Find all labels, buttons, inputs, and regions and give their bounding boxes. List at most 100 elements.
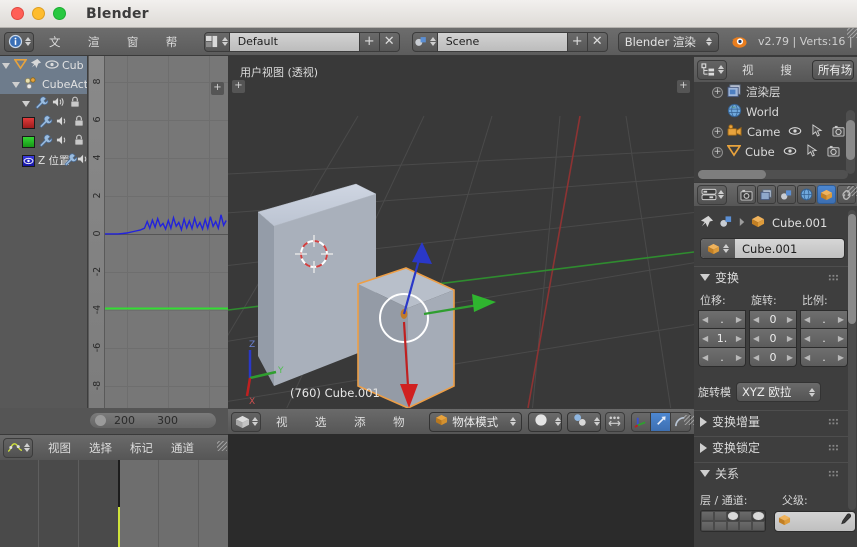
manipulator-toggle-button[interactable] xyxy=(631,412,651,432)
properties-vscroll-thumb[interactable] xyxy=(848,214,856,324)
section-transform[interactable]: 变换 xyxy=(694,266,849,288)
location-x-field[interactable]: ◀.▶ xyxy=(698,310,746,329)
menu-file[interactable]: 文件 xyxy=(40,31,79,53)
graph-horizontal-scrollbar[interactable]: 200 300 xyxy=(90,413,216,428)
scale-z-field[interactable]: ◀.▶ xyxy=(800,348,848,367)
close-window-button[interactable] xyxy=(11,7,24,20)
eye-icon[interactable] xyxy=(783,145,797,159)
menu-help[interactable]: 帮助 xyxy=(157,31,196,53)
dope-menu-select[interactable]: 选择 xyxy=(80,437,121,459)
lock-icon[interactable] xyxy=(69,96,81,111)
editor-type-selector[interactable] xyxy=(4,32,34,52)
channel-action-cubeaction[interactable]: CubeAct xyxy=(0,75,87,94)
expand-plus-icon[interactable]: + xyxy=(712,147,723,158)
delete-scene-button[interactable]: ✕ xyxy=(588,32,608,52)
speaker-icon[interactable] xyxy=(52,96,66,111)
viewport-shading-selector[interactable] xyxy=(528,412,562,432)
layers-grid[interactable] xyxy=(700,510,766,532)
camera-render-icon[interactable] xyxy=(827,145,840,160)
outliner-row-renderlayers[interactable]: + 渲染层 xyxy=(694,82,857,102)
snap-toggle-button[interactable] xyxy=(605,412,625,432)
outliner-vscroll-thumb[interactable] xyxy=(846,120,855,160)
screen-layout-icon[interactable] xyxy=(204,32,230,52)
outliner-tree[interactable]: + 渲染层 xyxy=(694,82,857,182)
speaker-icon[interactable] xyxy=(56,134,70,149)
menu-window[interactable]: 窗口 xyxy=(118,31,157,53)
outliner-menu-view[interactable]: 视图 xyxy=(733,59,771,81)
viewport-toolshelf-toggle[interactable]: + xyxy=(232,80,245,93)
outliner-row-cube[interactable]: + Cube xyxy=(694,142,857,162)
dope-menu-channel[interactable]: 通道 xyxy=(162,437,203,459)
properties-vertical-scrollbar[interactable] xyxy=(848,210,856,510)
pin-icon[interactable] xyxy=(700,215,714,232)
expand-triangle-icon[interactable] xyxy=(700,443,707,453)
parent-field[interactable] xyxy=(774,511,856,532)
viewport-editor-type-selector[interactable] xyxy=(231,412,261,432)
cursor-icon[interactable] xyxy=(812,124,823,140)
scene-name-field[interactable]: Scene xyxy=(438,32,568,52)
outliner-row-world[interactable]: World xyxy=(694,102,857,122)
channel-object-cube[interactable]: Cub xyxy=(0,56,87,75)
delete-screen-layout-button[interactable]: ✕ xyxy=(380,32,400,52)
maximize-window-button[interactable] xyxy=(53,7,66,20)
scale-y-field[interactable]: ◀.▶ xyxy=(800,329,848,348)
viewport-menu-object[interactable]: 物体 xyxy=(384,411,423,433)
expand-plus-icon[interactable]: + xyxy=(712,127,723,138)
viewport-menu-add[interactable]: 添加 xyxy=(345,411,384,433)
interaction-mode-selector[interactable]: 物体模式 xyxy=(429,412,522,432)
collapse-triangle-icon[interactable] xyxy=(700,470,710,477)
expand-plus-icon[interactable]: + xyxy=(712,87,723,98)
outliner-hscroll-thumb[interactable] xyxy=(698,170,766,179)
rotation-x-field[interactable]: ◀0▶ xyxy=(749,310,797,329)
graph-hscroll-thumb[interactable]: 200 300 xyxy=(90,413,216,428)
panel-grip-icon[interactable] xyxy=(828,470,839,478)
dope-playhead[interactable] xyxy=(118,507,120,547)
location-y-field[interactable]: ◀1.▶ xyxy=(698,329,746,348)
section-transform-locks[interactable]: 变换锁定 xyxy=(694,436,849,458)
section-relations[interactable]: 关系 xyxy=(694,462,849,484)
collapse-triangle-icon[interactable] xyxy=(700,274,710,281)
viewport-menu-view[interactable]: 视图 xyxy=(267,411,306,433)
header-resize-grip[interactable] xyxy=(847,28,857,38)
rotation-mode-selector[interactable]: XYZ 欧拉 xyxy=(736,382,821,402)
properties-tab-render-layers[interactable] xyxy=(757,185,776,204)
eye-icon[interactable] xyxy=(788,125,802,139)
dope-menu-view[interactable]: 视图 xyxy=(39,437,80,459)
expand-triangle-icon[interactable] xyxy=(12,82,20,88)
add-scene-button[interactable]: + xyxy=(568,32,588,52)
channel-fcurve-y[interactable] xyxy=(0,132,87,151)
outliner-display-mode-selector[interactable]: 所有场 xyxy=(812,60,854,80)
translate-manipulator-button[interactable] xyxy=(651,412,671,432)
properties-resize-grip[interactable] xyxy=(847,186,857,196)
properties-tab-render[interactable] xyxy=(737,185,756,204)
expand-triangle-icon[interactable] xyxy=(22,101,30,107)
panel-grip-icon[interactable] xyxy=(828,444,839,452)
render-engine-selector[interactable]: Blender 渲染 xyxy=(618,32,719,52)
eye-icon[interactable] xyxy=(45,59,59,73)
dope-editor-type-selector[interactable] xyxy=(3,438,33,458)
rotation-z-field[interactable]: ◀0▶ xyxy=(749,348,797,367)
outliner-vertical-scrollbar[interactable] xyxy=(846,110,855,174)
outliner-row-camera[interactable]: + Came xyxy=(694,122,857,142)
pin-icon[interactable] xyxy=(30,58,42,73)
properties-tab-scene[interactable] xyxy=(777,185,796,204)
speaker-icon[interactable] xyxy=(56,115,70,130)
section-delta-transform[interactable]: 变换增量 xyxy=(694,410,849,432)
properties-editor-type-selector[interactable] xyxy=(697,185,727,205)
eyedropper-icon[interactable] xyxy=(839,513,852,529)
viewport-resize-grip[interactable] xyxy=(684,415,694,425)
outliner-menu-search[interactable]: 搜索 xyxy=(771,59,809,81)
expand-triangle-icon[interactable] xyxy=(2,63,10,69)
panel-grip-icon[interactable] xyxy=(828,274,839,282)
cursor-icon[interactable] xyxy=(807,144,818,160)
dope-sheet-timeline[interactable] xyxy=(0,460,228,547)
menu-render[interactable]: 渲染 xyxy=(79,31,118,53)
viewport-3d-canvas[interactable]: Z Y X 用户视图 (透视) (760) Cube.001 + + xyxy=(228,56,694,408)
camera-render-icon[interactable] xyxy=(832,125,845,140)
graph-toolshelf-toggle[interactable]: + xyxy=(211,82,224,95)
scale-x-field[interactable]: ◀.▶ xyxy=(800,310,848,329)
properties-tab-object[interactable] xyxy=(817,185,836,204)
rotation-y-field[interactable]: ◀0▶ xyxy=(749,329,797,348)
lock-icon[interactable] xyxy=(73,134,85,149)
dope-resize-grip[interactable] xyxy=(217,441,227,451)
